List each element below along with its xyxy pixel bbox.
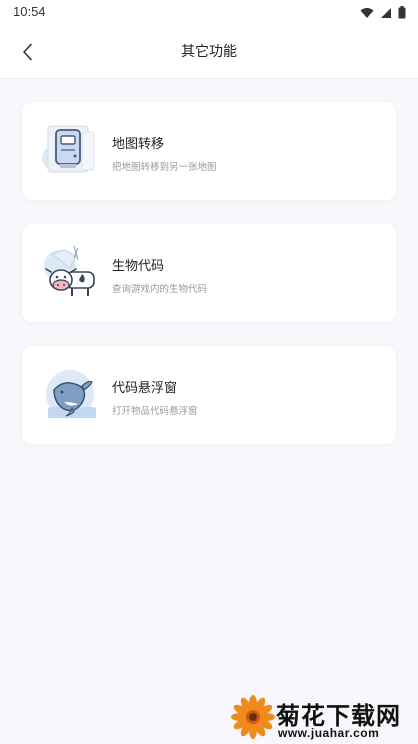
feature-title: 地图转移 xyxy=(112,136,165,151)
feature-description: 打开物品代码悬浮窗 xyxy=(112,406,198,417)
signal-icon xyxy=(381,7,391,18)
watermark: 菊花下载网 www.juahar.com xyxy=(228,692,418,744)
watermark-url: www.juahar.com xyxy=(278,726,380,740)
feature-title: 生物代码 xyxy=(112,258,165,273)
nav-bar: 其它功能 xyxy=(0,26,418,79)
feature-card-map-transfer[interactable]: 地图转移 把地图转移到另一张地图 xyxy=(22,102,396,200)
flower-logo-icon xyxy=(231,695,275,739)
feature-description: 把地图转移到另一张地图 xyxy=(112,162,217,173)
status-time: 10:54 xyxy=(13,4,46,19)
page-title: 其它功能 xyxy=(181,43,237,59)
battery-icon xyxy=(398,6,406,19)
whale-icon xyxy=(42,366,98,422)
feature-title: 代码悬浮窗 xyxy=(112,380,178,395)
wifi-icon xyxy=(360,7,374,18)
feature-card-code-floating-window[interactable]: 代码悬浮窗 打开物品代码悬浮窗 xyxy=(22,346,396,444)
status-bar: 10:54 xyxy=(0,0,418,26)
map-transfer-icon xyxy=(42,122,98,178)
cow-icon xyxy=(42,244,98,300)
feature-card-creature-code[interactable]: 生物代码 查询游戏内的生物代码 xyxy=(22,224,396,322)
status-icons xyxy=(360,6,406,19)
feature-description: 查询游戏内的生物代码 xyxy=(112,284,208,295)
